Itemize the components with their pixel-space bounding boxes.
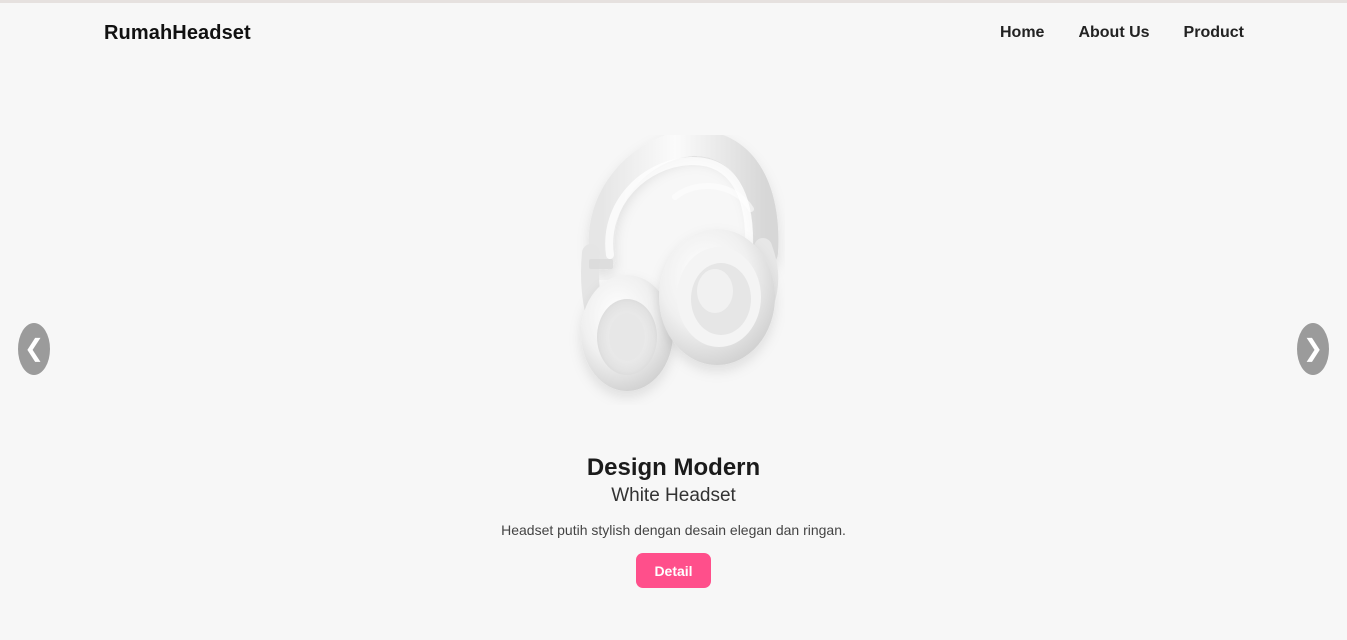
detail-button[interactable]: Detail xyxy=(636,553,711,588)
slide-description: Headset putih stylish dengan desain eleg… xyxy=(501,522,846,538)
nav-product-link[interactable]: Product xyxy=(1184,24,1244,42)
product-carousel: ❮ Design Modern White Headset Headset pu… xyxy=(0,65,1347,640)
nav-about-us-link[interactable]: About Us xyxy=(1078,24,1149,42)
slide-title: Design Modern xyxy=(586,454,761,481)
white-headset-image xyxy=(581,135,779,391)
nav-home-link[interactable]: Home xyxy=(1000,24,1044,42)
chevron-right-icon: ❯ xyxy=(1302,335,1324,362)
next-slide-button[interactable]: ❯ xyxy=(1297,323,1329,375)
main-nav: Home About Us Product xyxy=(1000,24,1244,42)
top-navigation: RumahHeadset Home About Us Product xyxy=(0,3,1347,65)
slide-subtitle: White Headset xyxy=(611,485,736,506)
carousel-slide: Design Modern White Headset Headset puti… xyxy=(0,65,1347,640)
brand-logo[interactable]: RumahHeadset xyxy=(104,22,251,45)
